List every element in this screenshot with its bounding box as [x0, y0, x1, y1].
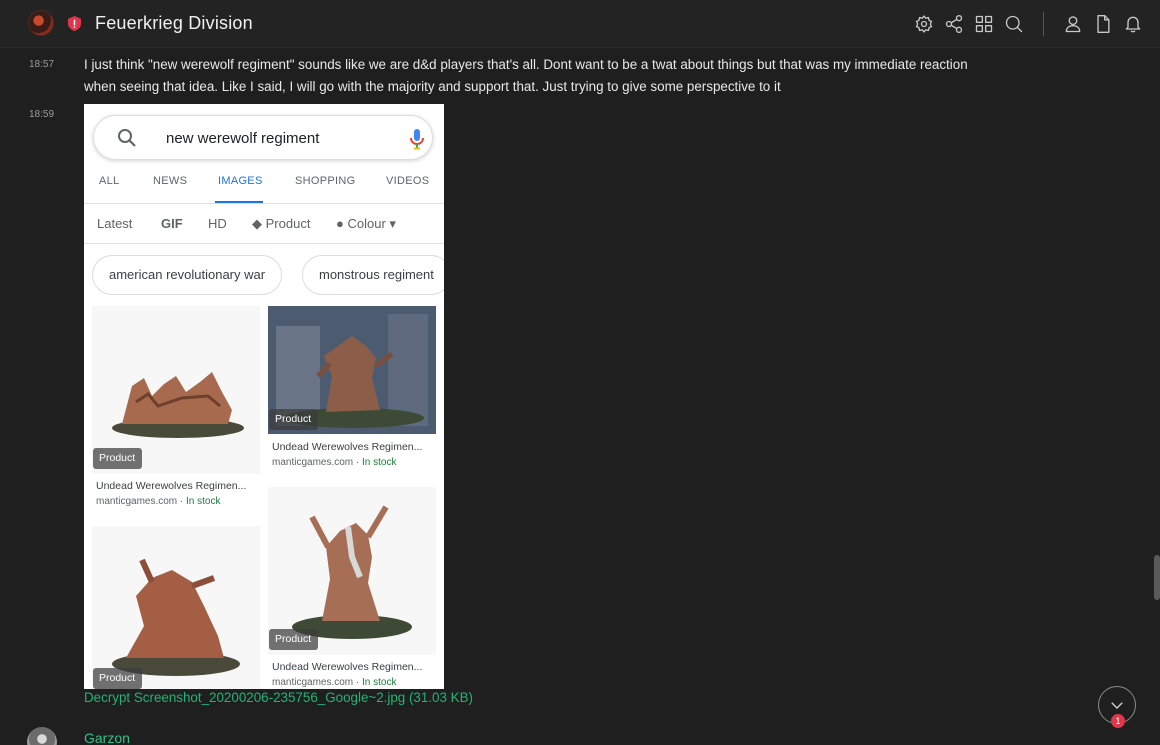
- room-title[interactable]: Feuerkrieg Division: [95, 13, 253, 34]
- image-attachment[interactable]: new werewolf regiment ALL NEWS IMAGES SH…: [84, 104, 444, 689]
- result-title: Undead Werewolves Regimen...: [96, 480, 247, 492]
- product-badge: Product: [269, 409, 319, 430]
- filter-row: Latest GIF HD ◆ Product ● Colour ▾: [84, 214, 444, 236]
- filter-colour: ● Colour ▾: [336, 216, 396, 232]
- scrollbar-thumb[interactable]: [1154, 555, 1160, 600]
- search-icon: [118, 129, 136, 147]
- filter-product-label: Product: [265, 216, 311, 231]
- result-source: manticgames.com · In stock: [96, 496, 221, 507]
- search-icon[interactable]: [999, 11, 1029, 37]
- divider: [84, 243, 444, 244]
- divider: [84, 203, 444, 204]
- room-header: Feuerkrieg Division: [0, 0, 1160, 48]
- person-icon[interactable]: [1058, 11, 1088, 37]
- header-divider: [1043, 12, 1044, 36]
- tab-all: ALL: [99, 175, 120, 187]
- settings-icon[interactable]: [909, 11, 939, 37]
- sender-name[interactable]: Garzon: [84, 730, 130, 745]
- result-stock: In stock: [362, 457, 397, 468]
- result-domain: manticgames.com: [96, 496, 178, 507]
- filter-colour-label: Colour: [347, 216, 386, 231]
- tab-news: NEWS: [153, 175, 188, 187]
- room-avatar[interactable]: [28, 10, 54, 36]
- werewolf-figure-image: [92, 526, 260, 689]
- widgets-icon[interactable]: [969, 11, 999, 37]
- tab-images: IMAGES: [218, 175, 263, 187]
- filter-hd: HD: [208, 216, 227, 231]
- attachment-download-link[interactable]: Decrypt Screenshot_20200206-235756_Googl…: [84, 690, 473, 705]
- search-query: new werewolf regiment: [166, 130, 320, 147]
- palette-icon: ●: [336, 216, 344, 231]
- result-image: [92, 526, 260, 689]
- product-badge: Product: [93, 448, 143, 469]
- message-timestamp: 18:57: [29, 59, 55, 70]
- tab-videos: VIDEOS: [386, 175, 430, 187]
- result-source: manticgames.com · In stock: [272, 677, 397, 688]
- filter-latest: Latest: [97, 216, 133, 231]
- search-bar: new werewolf regiment: [93, 115, 433, 160]
- unread-count-badge: 1: [1111, 714, 1125, 728]
- result-title: Undead Werewolves Regimen...: [272, 661, 423, 673]
- filter-product: ◆ Product: [252, 216, 310, 232]
- result-stock: In stock: [186, 496, 221, 507]
- result-stock: In stock: [362, 677, 397, 688]
- filter-gif: GIF: [161, 216, 183, 231]
- message-body: I just think "new werewolf regiment" sou…: [84, 57, 968, 94]
- suggestion-chip: monstrous regiment: [302, 255, 444, 295]
- search-tabs: ALL NEWS IMAGES SHOPPING VIDEOS: [84, 175, 444, 204]
- bell-icon[interactable]: [1118, 11, 1148, 37]
- chevron-down-icon: [1111, 702, 1123, 709]
- avatar[interactable]: [27, 727, 57, 745]
- timeline[interactable]: 18:57 I just think "new werewolf regimen…: [0, 48, 1150, 745]
- message-timestamp: 18:59: [29, 109, 55, 120]
- result-title: Undead Werewolves Regimen...: [272, 441, 423, 453]
- result-source: manticgames.com · In stock: [272, 457, 397, 468]
- tag-icon: ◆: [252, 216, 262, 231]
- product-badge: Product: [93, 668, 143, 689]
- shield-icon: [67, 16, 82, 31]
- tab-shopping: SHOPPING: [295, 175, 356, 187]
- result-domain: manticgames.com: [272, 677, 354, 688]
- product-badge: Product: [269, 629, 319, 650]
- microphone-icon: [410, 129, 424, 150]
- files-icon[interactable]: [1088, 11, 1118, 37]
- result-domain: manticgames.com: [272, 457, 354, 468]
- share-icon[interactable]: [939, 11, 969, 37]
- suggestion-chip: american revolutionary war: [92, 255, 283, 295]
- caret-down-icon: ▾: [389, 216, 396, 231]
